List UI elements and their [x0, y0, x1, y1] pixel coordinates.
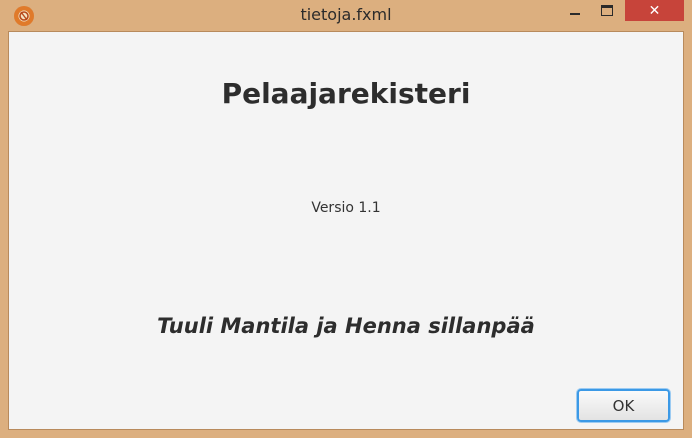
minimize-button[interactable]	[560, 0, 589, 21]
maximize-icon	[600, 5, 613, 16]
dialog-window: tietoja.fxml ✕ Pelaajarekisteri Versio 1…	[0, 0, 692, 438]
dialog-content: Pelaajarekisteri Versio 1.1 Tuuli Mantil…	[8, 31, 684, 430]
title-bar[interactable]: tietoja.fxml ✕	[0, 0, 692, 32]
maximize-button[interactable]	[592, 0, 621, 21]
minimize-icon	[569, 12, 580, 15]
app-name-heading: Pelaajarekisteri	[221, 77, 471, 110]
ok-button[interactable]: OK	[577, 389, 670, 422]
close-icon: ✕	[648, 2, 661, 19]
close-button[interactable]: ✕	[625, 0, 684, 21]
version-label: Versio 1.1	[311, 200, 381, 216]
authors-label: Tuuli Mantila ja Henna sillanpää	[157, 314, 535, 338]
